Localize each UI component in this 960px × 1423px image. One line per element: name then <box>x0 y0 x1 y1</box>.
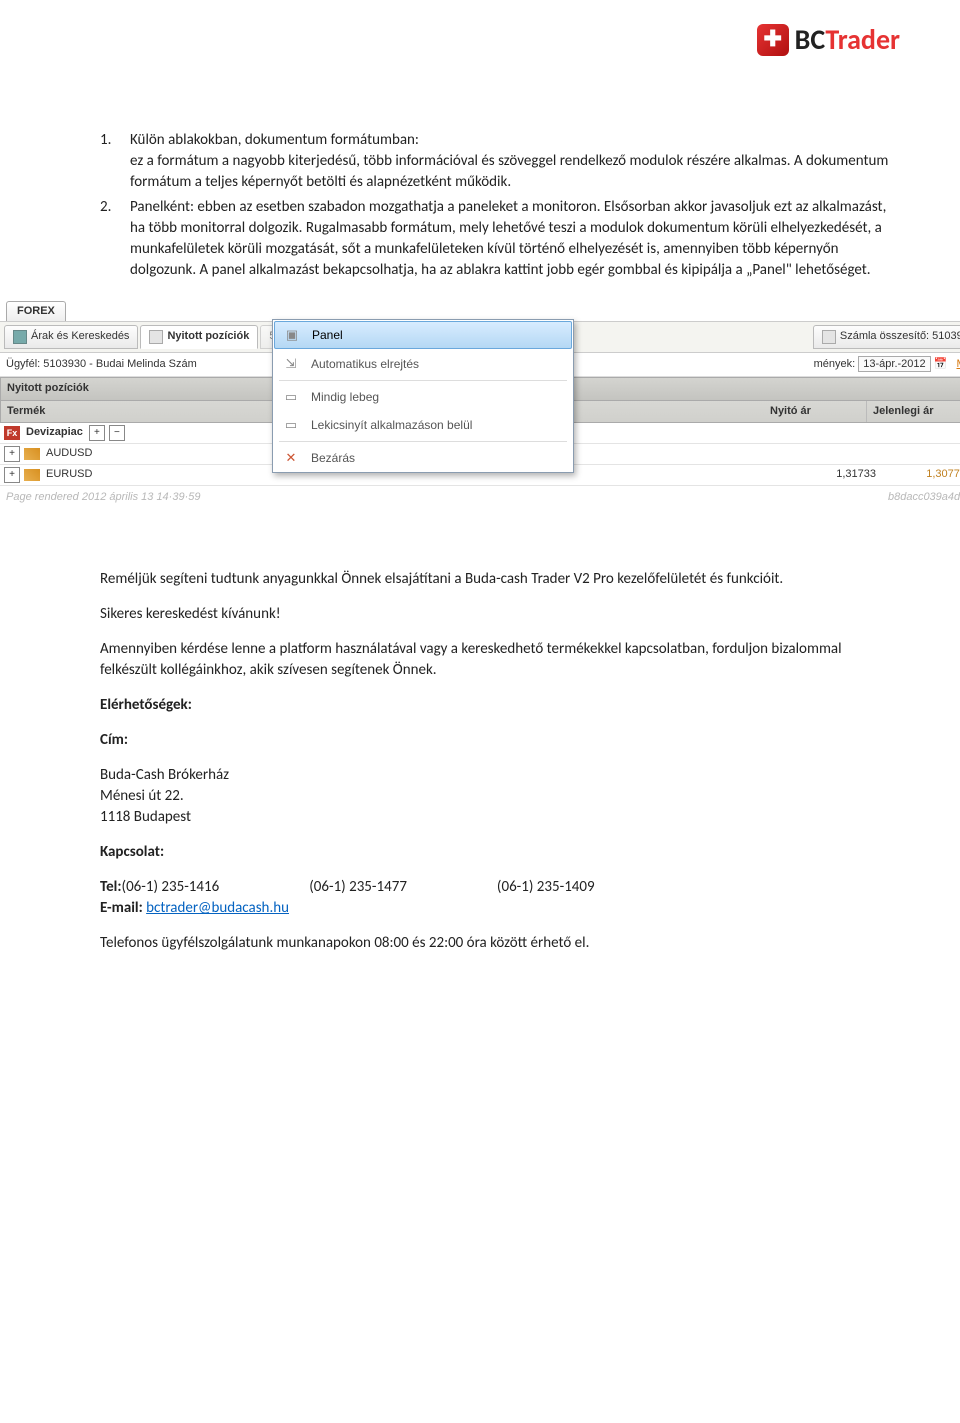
tel-label: Tel: <box>100 878 122 896</box>
closing-para-2: Sikeres kereskedést kívánunk! <box>100 604 890 625</box>
expand-icon[interactable]: + <box>4 446 20 462</box>
menu-label: Bezárás <box>311 450 355 467</box>
address-heading: Cím: <box>100 730 890 751</box>
contact-heading: Elérhetőségek: <box>100 695 890 716</box>
col-open-price[interactable]: Nyitó ár <box>764 401 867 422</box>
chart-icon <box>24 448 40 460</box>
contact-subheading: Kapcsolat: <box>100 842 890 863</box>
logo-bc: BC <box>795 22 826 57</box>
list-item-2-body: Panelként: ebben az esetben szabadon moz… <box>130 197 890 281</box>
render-id: b8dacc039a4dac81 <box>888 490 960 505</box>
menu-label: Lekicsinyít alkalmazáson belül <box>311 417 472 434</box>
address-line: Buda-Cash Brókerház <box>100 765 890 786</box>
logo-text: BCTrader <box>795 20 900 59</box>
tab-label: Számla összesítő: 5103930 <box>840 329 960 344</box>
menu-label: Mindig lebeg <box>311 389 379 406</box>
app-screenshot: FOREX Árak és Kereskedés Nyitott pozíció… <box>0 301 960 509</box>
email-link[interactable]: bctrader@budacash.hu <box>146 899 289 917</box>
date-input[interactable]: 13-ápr.-2012 <box>858 356 930 372</box>
logo-trader: Trader <box>825 22 900 57</box>
list-item-1: 1. Külön ablakokban, dokumentum formátum… <box>100 130 890 193</box>
tab-label: Nyitott pozíciók <box>167 329 249 344</box>
address-line: 1118 Budapest <box>100 807 890 828</box>
menu-item-close[interactable]: ✕ Bezárás <box>273 444 573 472</box>
open-price: 1,31733 <box>786 467 876 482</box>
chart-icon <box>13 330 27 344</box>
tab-account-summary[interactable]: Számla összesítő: 5103930 <box>813 325 960 348</box>
forex-tab[interactable]: FOREX <box>6 301 66 321</box>
closing-para-3: Amennyiben kérdése lenne a platform hasz… <box>100 639 890 681</box>
list-item-2: 2. Panelként: ebben az esetben szabadon … <box>100 197 890 281</box>
collapse-icon[interactable]: − <box>109 425 125 441</box>
tel-number: (06-1) 235-1477 <box>309 877 407 898</box>
tel-number: (06-1) 235-1416 <box>122 878 220 896</box>
current-price: 1,30774 <box>876 467 960 482</box>
grid-icon <box>149 330 163 344</box>
col-product[interactable]: Termék <box>1 401 274 422</box>
render-time: Page rendered 2012 április 13 14·39·59 <box>6 490 200 505</box>
menu-label: Panel <box>312 327 343 344</box>
logo-icon: ✚ <box>757 24 789 56</box>
menu-separator <box>279 441 567 442</box>
close-icon: ✕ <box>281 449 301 467</box>
closing-para-1: Reméljük segíteni tudtunk anyagunkkal Ön… <box>100 569 890 590</box>
calendar-icon[interactable]: 📅 <box>934 358 948 370</box>
row-label: AUDUSD <box>46 446 92 461</box>
tel-number: (06-1) 235-1409 <box>497 877 595 898</box>
email-label: E-mail: <box>100 899 146 917</box>
logo: ✚ BCTrader <box>757 20 900 59</box>
list-number: 2. <box>100 197 130 281</box>
float-icon: ▭ <box>281 388 301 406</box>
events-label: mények: <box>814 358 856 370</box>
menu-item-panel[interactable]: ▣ Panel <box>274 321 572 349</box>
minimize-icon: ▭ <box>281 416 301 434</box>
tab-label: Árak és Kereskedés <box>31 329 129 344</box>
list-item-1-body: ez a formátum a nagyobb kiterjedésű, töb… <box>130 152 888 191</box>
list-item-1-title: Külön ablakokban, dokumentum formátumban… <box>130 131 419 149</box>
row-label: Devizapiac <box>26 425 83 440</box>
grid-icon <box>822 330 836 344</box>
fx-icon: Fx <box>4 426 20 440</box>
menu-item-autohide[interactable]: ⇲ Automatikus elrejtés <box>273 350 573 378</box>
render-footer: Page rendered 2012 április 13 14·39·59 b… <box>0 486 960 509</box>
panel-icon: ▣ <box>282 326 302 344</box>
menu-label: Automatikus elrejtés <box>311 356 419 373</box>
expand-icon[interactable]: + <box>89 425 105 441</box>
hours-text: Telefonos ügyfélszolgálatunk munkanapoko… <box>100 933 890 954</box>
list-number: 1. <box>100 130 130 193</box>
menu-item-minimize[interactable]: ▭ Lekicsinyít alkalmazáson belül <box>273 411 573 439</box>
row-label: EURUSD <box>46 467 92 482</box>
expand-icon[interactable]: + <box>4 467 20 483</box>
context-menu: ▣ Panel ⇲ Automatikus elrejtés ▭ Mindig … <box>272 319 574 473</box>
show-link[interactable]: Mutat <box>956 358 960 370</box>
chart-icon <box>24 469 40 481</box>
col-current-price[interactable]: Jelenlegi ár <box>867 401 960 422</box>
address-block: Buda-Cash Brókerház Ménesi út 22. 1118 B… <box>100 765 890 828</box>
menu-separator <box>279 380 567 381</box>
client-label: Ügyfél: 5103930 - Budai Melinda Szám <box>6 357 197 372</box>
tab-prices[interactable]: Árak és Kereskedés <box>4 325 138 348</box>
tab-open-positions[interactable]: Nyitott pozíciók <box>140 325 258 348</box>
pin-icon: ⇲ <box>281 355 301 373</box>
address-line: Ménesi út 22. <box>100 786 890 807</box>
menu-item-float[interactable]: ▭ Mindig lebeg <box>273 383 573 411</box>
telephone-row: Tel:(06-1) 235-1416 (06-1) 235-1477 (06-… <box>100 877 890 898</box>
